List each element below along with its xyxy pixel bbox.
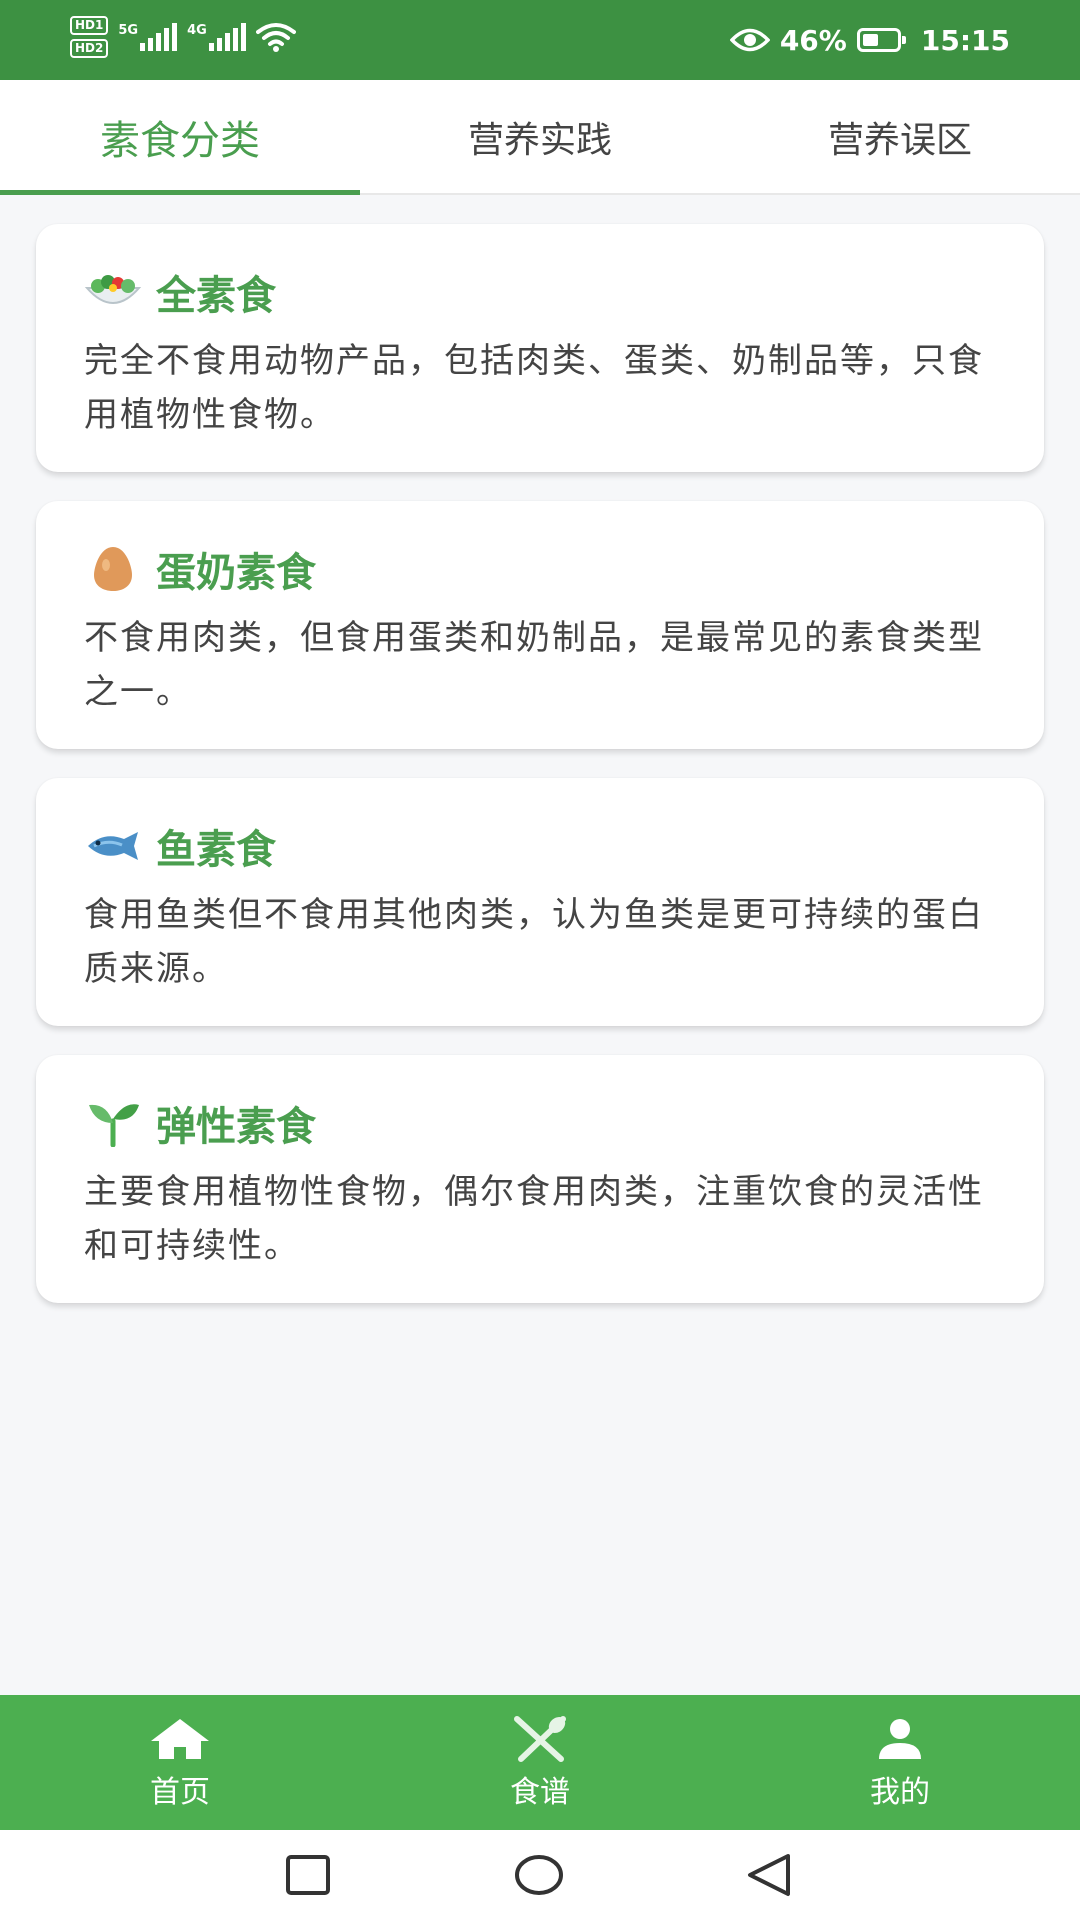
- card-lacto-ovo[interactable]: 蛋奶素食 不食用肉类，但食用蛋类和奶制品，是最常见的素食类型之一。: [36, 501, 1044, 749]
- card-description: 食用鱼类但不食用其他肉类，认为鱼类是更可持续的蛋白质来源。: [84, 895, 984, 989]
- home-button[interactable]: [514, 1850, 564, 1900]
- signal-4g: 4G: [187, 23, 246, 51]
- card-header: 鱼素食: [84, 818, 996, 874]
- status-right: 46% 15:15: [729, 0, 1010, 80]
- card-header: 全素食: [84, 264, 996, 320]
- category-tabs: 素食分类 营养实践 营养误区: [0, 80, 1080, 195]
- bottom-nav: 首页 食谱 我的: [0, 1695, 1080, 1830]
- fish-icon: [84, 820, 142, 872]
- card-title: 鱼素食: [156, 827, 276, 873]
- card-description: 完全不食用动物产品，包括肉类、蛋类、奶制品等，只食用植物性食物。: [84, 341, 984, 435]
- recents-button[interactable]: [283, 1850, 333, 1900]
- tab-vegetarian-types[interactable]: 素食分类: [0, 80, 360, 195]
- card-description: 主要食用植物性食物，偶尔食用肉类，注重饮食的灵活性和可持续性。: [84, 1172, 984, 1266]
- card-title: 弹性素食: [156, 1104, 316, 1150]
- home-icon: [149, 1715, 211, 1763]
- hd-indicators: HD1 HD2: [70, 16, 109, 58]
- egg-icon: [84, 543, 142, 595]
- tab-nutrition-myths[interactable]: 营养误区: [720, 80, 1080, 193]
- circle-icon: [515, 1855, 563, 1895]
- app-screen: HD1 HD2 5G 4G 46% 15:15 素食分类 营养实践 营养误区 全…: [0, 0, 1080, 1920]
- eye-icon: [729, 28, 770, 52]
- battery-icon: [856, 28, 906, 52]
- net1-label: 5G: [118, 23, 139, 38]
- utensils-icon: [509, 1715, 571, 1763]
- signal-icon: [140, 23, 178, 51]
- hd1-badge: HD1: [70, 16, 109, 35]
- signal-icon: [208, 23, 246, 51]
- salad-icon: [84, 266, 142, 318]
- card-list: 全素食 完全不食用动物产品，包括肉类、蛋类、奶制品等，只食用植物性食物。 蛋奶素…: [36, 224, 1044, 1332]
- hd2-badge: HD2: [70, 39, 109, 58]
- card-title: 全素食: [156, 273, 276, 319]
- nav-label: 食谱: [510, 1774, 570, 1810]
- triangle-back-icon: [748, 1854, 790, 1896]
- nav-label: 我的: [870, 1774, 930, 1810]
- system-nav-bar: [0, 1830, 1080, 1920]
- nav-label: 首页: [150, 1774, 210, 1810]
- tab-nutrition-practice[interactable]: 营养实践: [360, 80, 720, 193]
- card-pescatarian[interactable]: 鱼素食 食用鱼类但不食用其他肉类，认为鱼类是更可持续的蛋白质来源。: [36, 778, 1044, 1026]
- status-bar: HD1 HD2 5G 4G 46% 15:15: [0, 0, 1080, 80]
- net2-label: 4G: [187, 23, 207, 38]
- card-title: 蛋奶素食: [156, 550, 316, 596]
- nav-recipes[interactable]: 食谱: [360, 1695, 720, 1830]
- card-header: 弹性素食: [84, 1095, 996, 1151]
- card-flexitarian[interactable]: 弹性素食 主要食用植物性食物，偶尔食用肉类，注重饮食的灵活性和可持续性。: [36, 1055, 1044, 1303]
- status-left: HD1 HD2 5G 4G: [70, 16, 296, 58]
- wifi-icon: [255, 23, 296, 52]
- nav-home[interactable]: 首页: [0, 1695, 360, 1830]
- clock: 15:15: [920, 23, 1010, 57]
- square-icon: [286, 1855, 330, 1895]
- card-vegan[interactable]: 全素食 完全不食用动物产品，包括肉类、蛋类、奶制品等，只食用植物性食物。: [36, 224, 1044, 472]
- user-icon: [869, 1715, 931, 1763]
- seedling-icon: [84, 1097, 142, 1149]
- back-button[interactable]: [744, 1850, 794, 1900]
- signal-5g: 5G: [118, 23, 178, 51]
- card-header: 蛋奶素食: [84, 541, 996, 597]
- nav-profile[interactable]: 我的: [720, 1695, 1080, 1830]
- battery-percent: 46%: [779, 23, 847, 57]
- card-description: 不食用肉类，但食用蛋类和奶制品，是最常见的素食类型之一。: [84, 618, 984, 712]
